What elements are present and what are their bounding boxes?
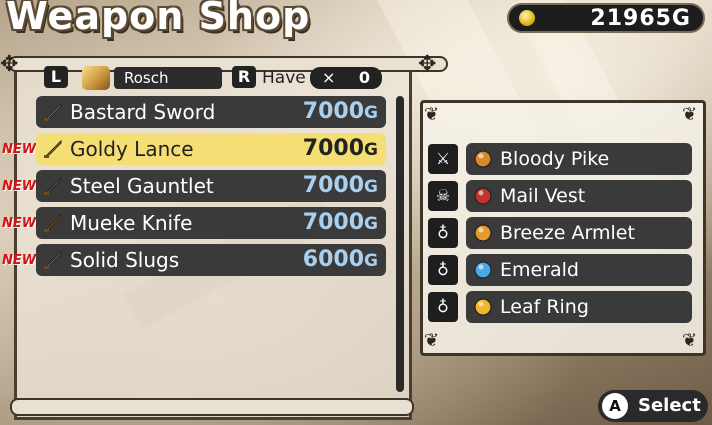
- new-badge: NEW: [2, 179, 37, 194]
- l-button[interactable]: L: [44, 66, 68, 88]
- equipment-name: Breeze Armlet: [500, 222, 635, 244]
- corner-ornament-icon: ❦: [424, 104, 440, 125]
- price-currency: G: [364, 177, 378, 197]
- item-price: 7000G: [303, 134, 378, 165]
- equipment-row: ♁ Emerald: [428, 254, 692, 286]
- item-name: Solid Slugs: [70, 248, 180, 272]
- item-name: Steel Gauntlet: [70, 174, 214, 198]
- price-value: 7000: [302, 136, 365, 161]
- equipment-row: ☠ Mail Vest: [428, 180, 692, 212]
- shop-item-row[interactable]: Solid Slugs 6000G: [36, 244, 386, 276]
- coin-icon: [519, 10, 535, 26]
- shop-item-row[interactable]: Goldy Lance 7000G: [36, 133, 386, 165]
- character-bar: L Rosch R Have × 0: [44, 66, 388, 92]
- character-portrait: [82, 66, 110, 90]
- lance-icon: [42, 138, 64, 160]
- equipment-row: ⚔ Bloody Pike: [428, 143, 692, 175]
- equipment-name: Leaf Ring: [500, 296, 589, 318]
- price-currency: G: [364, 140, 378, 160]
- sword-icon: [42, 101, 64, 123]
- money-display: 21965G: [507, 3, 705, 33]
- corner-ornament-icon: ❦: [682, 330, 698, 351]
- have-times: ×: [322, 68, 336, 87]
- knife-icon: [42, 212, 64, 234]
- price-value: 7000: [302, 210, 365, 235]
- equipment-name: Emerald: [500, 259, 579, 281]
- scroll-ornament-icon: ✥: [0, 52, 19, 77]
- have-label: Have: [262, 68, 306, 88]
- equipment-item: Emerald: [466, 254, 692, 286]
- ring-icon: [472, 296, 494, 318]
- accessory-slot-icon: ♁: [428, 218, 458, 248]
- corner-ornament-icon: ❦: [424, 330, 440, 351]
- a-button-icon: A: [602, 393, 628, 419]
- item-price: 7000G: [303, 208, 378, 239]
- armor-slot-icon: ☠: [428, 181, 458, 211]
- have-count: × 0: [310, 67, 382, 89]
- item-name: Goldy Lance: [70, 137, 194, 161]
- r-button[interactable]: R: [232, 66, 256, 88]
- equipment-row: ♁ Leaf Ring: [428, 291, 692, 323]
- armlet-icon: [472, 222, 494, 244]
- pike-icon: [472, 148, 494, 170]
- price-value: 7000: [302, 173, 365, 198]
- price-currency: G: [364, 251, 378, 271]
- item-name: Bastard Sword: [70, 100, 216, 124]
- equipment-row: ♁ Breeze Armlet: [428, 217, 692, 249]
- select-label: Select: [638, 395, 701, 416]
- item-price: 7000G: [303, 97, 378, 128]
- corner-ornament-icon: ❦: [682, 104, 698, 125]
- select-button[interactable]: A Select: [598, 390, 708, 422]
- new-badge: NEW: [2, 253, 37, 268]
- equipment-item: Leaf Ring: [466, 291, 692, 323]
- gem-icon: [472, 259, 494, 281]
- shop-title: Weapon Shop: [6, 0, 311, 38]
- scroll-ornament-icon: ✥: [418, 52, 437, 77]
- equipment-name: Mail Vest: [500, 185, 586, 207]
- character-name: Rosch: [114, 67, 222, 89]
- accessory-slot-icon: ♁: [428, 255, 458, 285]
- item-price: 6000G: [303, 245, 378, 276]
- shop-item-row[interactable]: Bastard Sword 7000G: [36, 96, 386, 128]
- shop-item-row[interactable]: Mueke Knife 7000G: [36, 207, 386, 239]
- vest-icon: [472, 185, 494, 207]
- scrollbar[interactable]: [396, 96, 404, 392]
- price-currency: G: [364, 103, 378, 123]
- new-badge: NEW: [2, 142, 37, 157]
- gun-icon: [42, 249, 64, 271]
- have-number: 0: [358, 68, 370, 87]
- equipment-item: Breeze Armlet: [466, 217, 692, 249]
- item-price: 7000G: [303, 171, 378, 202]
- gauntlet-icon: [42, 175, 64, 197]
- price-value: 7000: [302, 99, 365, 124]
- equipment-item: Bloody Pike: [466, 143, 692, 175]
- equipment-item: Mail Vest: [466, 180, 692, 212]
- new-badge: NEW: [2, 216, 37, 231]
- item-name: Mueke Knife: [70, 211, 193, 235]
- weapon-slot-icon: ⚔: [428, 144, 458, 174]
- price-value: 6000: [302, 247, 365, 272]
- scroll-bottom-rod: [10, 398, 414, 416]
- accessory-slot-icon: ♁: [428, 292, 458, 322]
- shop-item-row[interactable]: Steel Gauntlet 7000G: [36, 170, 386, 202]
- price-currency: G: [364, 214, 378, 234]
- equipment-name: Bloody Pike: [500, 148, 610, 170]
- money-value: 21965G: [590, 6, 691, 31]
